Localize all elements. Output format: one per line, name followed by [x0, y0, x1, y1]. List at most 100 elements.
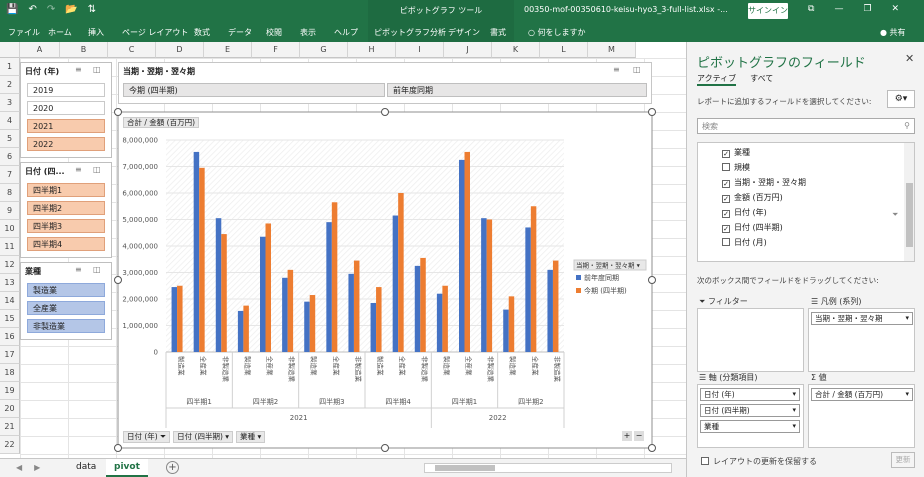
area-values[interactable]: 合計 / 金額 (百万円) ▾ — [808, 384, 915, 448]
multi-select-icon[interactable]: ≡ — [75, 165, 82, 174]
column-header-e[interactable]: E — [204, 42, 252, 58]
close-icon[interactable]: ✕ — [892, 4, 900, 14]
row-header-6[interactable]: 6 — [0, 148, 20, 166]
signin-button[interactable]: サインイン — [748, 3, 788, 19]
slicer-item-all-industries[interactable]: 全産業 — [27, 301, 105, 315]
axis-field-pill-industry[interactable]: 業種 ▾ — [700, 420, 800, 433]
slicer-item-2021[interactable]: 2021 — [27, 119, 105, 133]
slicer-item-q1[interactable]: 四半期1 — [27, 183, 105, 197]
horizontal-scrollbar[interactable] — [424, 463, 672, 473]
clear-filter-icon[interactable]: ◫ — [93, 265, 101, 274]
row-header-10[interactable]: 10 — [0, 220, 20, 238]
row-header-19[interactable]: 19 — [0, 382, 20, 400]
axis-button-quarter[interactable]: 日付 (四半期) ▾ — [173, 431, 234, 443]
sheet-tab-pivot[interactable]: pivot — [106, 459, 148, 477]
clear-filter-icon[interactable]: ◫ — [93, 65, 101, 74]
share-button[interactable]: ● 共有 — [880, 27, 906, 38]
value-field-pill[interactable]: 合計 / 金額 (百万円) ▾ — [811, 388, 913, 401]
column-header-g[interactable]: G — [300, 42, 348, 58]
row-header-4[interactable]: 4 — [0, 112, 20, 130]
slicer-item-2022[interactable]: 2022 — [27, 137, 105, 151]
slicer-item-current-quarter[interactable]: 今期 (四半期) — [123, 83, 385, 97]
field-item[interactable]: ✓ 日付 (四半期) — [722, 222, 783, 233]
multi-select-icon[interactable]: ≡ — [75, 265, 82, 274]
row-header-5[interactable]: 5 — [0, 130, 20, 148]
column-header-h[interactable]: H — [348, 42, 396, 58]
checkbox-box[interactable] — [701, 457, 709, 465]
tell-me-search[interactable]: ○ 何をしますか — [528, 27, 586, 38]
tab-all[interactable]: すべて — [750, 73, 773, 86]
row-header-7[interactable]: 7 — [0, 166, 20, 184]
column-header-d[interactable]: D — [156, 42, 204, 58]
update-button[interactable]: 更新 — [891, 452, 915, 468]
slicer-item-q4[interactable]: 四半期4 — [27, 237, 105, 251]
column-header-m[interactable]: M — [588, 42, 636, 58]
field-item[interactable]: ✓ 金額 (百万円) — [722, 192, 783, 203]
row-header-3[interactable]: 3 — [0, 94, 20, 112]
minimize-icon[interactable]: — — [834, 4, 843, 14]
row-header-14[interactable]: 14 — [0, 292, 20, 310]
slicer-item-non-manufacturing[interactable]: 非製造業 — [27, 319, 105, 333]
save-icon[interactable]: 💾 — [6, 4, 18, 15]
multi-select-icon[interactable]: ≡ — [613, 65, 620, 74]
slicer-item-q2[interactable]: 四半期2 — [27, 201, 105, 215]
slicer-item-2020[interactable]: 2020 — [27, 101, 105, 115]
column-header-a[interactable]: A — [20, 42, 60, 58]
tab-review[interactable]: 校閲 — [266, 27, 282, 38]
column-header-b[interactable]: B — [60, 42, 108, 58]
row-header-22[interactable]: 22 — [0, 436, 20, 454]
checkbox-checked-icon[interactable]: ✓ — [722, 210, 730, 218]
tab-insert[interactable]: 挿入 — [88, 27, 104, 38]
restore-icon[interactable]: ❐ — [863, 4, 871, 14]
tab-format[interactable]: 書式 — [490, 27, 506, 38]
axis-button-industry[interactable]: 業種 ▾ — [236, 431, 266, 443]
row-header-1[interactable]: 1 — [0, 58, 20, 76]
ribbon-display-options-icon[interactable]: ⧉ — [808, 4, 814, 14]
column-header-k[interactable]: K — [492, 42, 540, 58]
field-item[interactable]: ✓ 当期・翌期・翌々期 — [722, 177, 806, 188]
row-header-16[interactable]: 16 — [0, 328, 20, 346]
area-legend[interactable]: 当期・翌期・翌々期 ▾ — [808, 308, 915, 372]
pivot-chart[interactable]: 8,000,000 7,000,000 6,000,000 5,000,000 4,00… — [114, 108, 656, 452]
slicer-item-manufacturing[interactable]: 製造業 — [27, 283, 105, 297]
axis-button-year[interactable]: 日付 (年) ⏷ — [123, 431, 171, 443]
tab-page-layout[interactable]: ページ レイアウト — [122, 27, 188, 38]
defer-update-checkbox[interactable]: レイアウトの更新を保留する — [701, 456, 817, 467]
tab-formulas[interactable]: 数式 — [194, 27, 210, 38]
add-sheet-button[interactable]: + — [166, 461, 179, 474]
checkbox-checked-icon[interactable]: ✓ — [722, 195, 730, 203]
slicer-item-q3[interactable]: 四半期3 — [27, 219, 105, 233]
row-header-9[interactable]: 9 — [0, 202, 20, 220]
column-header-l[interactable]: L — [540, 42, 588, 58]
expand-field-button[interactable]: + — [622, 431, 632, 441]
row-header-12[interactable]: 12 — [0, 256, 20, 274]
checkbox-checked-icon[interactable]: ✓ — [722, 180, 730, 188]
checkbox-checked-icon[interactable]: ✓ — [722, 225, 730, 233]
slicer-item-2019[interactable]: 2019 — [27, 83, 105, 97]
column-header-j[interactable]: J — [444, 42, 492, 58]
tab-pivotchart-analyze[interactable]: ピボットグラフ分析 — [374, 27, 446, 38]
checkbox-checked-icon[interactable]: ✓ — [722, 150, 730, 158]
row-header-21[interactable]: 21 — [0, 418, 20, 436]
row-header-15[interactable]: 15 — [0, 310, 20, 328]
sort-icon[interactable]: ⇅ — [88, 4, 96, 15]
axis-field-pill-year[interactable]: 日付 (年) ▾ — [700, 388, 800, 401]
clear-filter-icon[interactable]: ◫ — [633, 65, 641, 74]
checkbox-unchecked-icon[interactable] — [722, 163, 730, 171]
row-header-20[interactable]: 20 — [0, 400, 20, 418]
column-header-i[interactable]: I — [396, 42, 444, 58]
field-item[interactable]: ✓ 業種 — [722, 147, 750, 158]
select-all-corner[interactable] — [0, 42, 20, 58]
axis-field-pill-quarter[interactable]: 日付 (四半期) ▾ — [700, 404, 800, 417]
area-filters[interactable] — [697, 308, 804, 372]
tools-gear-icon[interactable]: ⚙▾ — [887, 90, 915, 108]
tab-design[interactable]: デザイン — [448, 27, 480, 38]
row-header-17[interactable]: 17 — [0, 346, 20, 364]
tab-file[interactable]: ファイル — [8, 27, 40, 38]
field-list-scrollbar[interactable] — [904, 143, 914, 261]
clear-filter-icon[interactable]: ◫ — [93, 165, 101, 174]
row-header-11[interactable]: 11 — [0, 238, 20, 256]
undo-icon[interactable]: ↶ — [28, 4, 36, 15]
tab-home[interactable]: ホーム — [48, 27, 72, 38]
tab-view[interactable]: 表示 — [300, 27, 316, 38]
